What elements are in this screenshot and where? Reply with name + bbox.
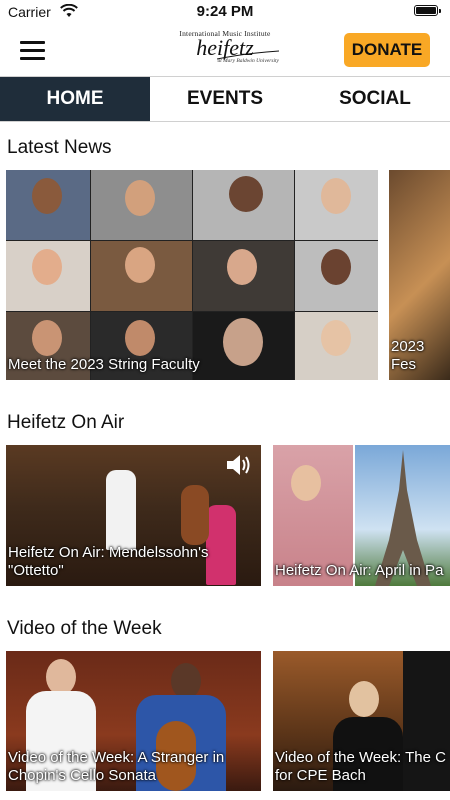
faculty-photo bbox=[295, 241, 378, 311]
video-card-caption: Video of the Week: The C for CPE Bach bbox=[275, 749, 446, 784]
on-air-card-mendelssohn[interactable]: Heifetz On Air: Mendelssohn's "Ottetto" bbox=[6, 445, 261, 586]
on-air-card-caption: Heifetz On Air: April in Pa bbox=[275, 562, 444, 579]
battery-icon bbox=[414, 5, 441, 16]
on-air-card-april-paris[interactable]: Heifetz On Air: April in Pa bbox=[273, 445, 450, 586]
video-card-cpe-bach[interactable]: Video of the Week: The C for CPE Bach bbox=[273, 651, 450, 791]
faculty-photo bbox=[6, 241, 90, 311]
volume-icon[interactable] bbox=[225, 453, 253, 477]
faculty-photo bbox=[91, 170, 192, 240]
faculty-photo bbox=[295, 170, 378, 240]
faculty-photo bbox=[91, 241, 192, 311]
faculty-photo bbox=[6, 170, 90, 240]
tab-bar: HOME EVENTS SOCIAL bbox=[0, 76, 450, 122]
status-bar: Carrier 9:24 PM bbox=[0, 0, 450, 24]
clock: 9:24 PM bbox=[196, 3, 254, 20]
news-card-caption: 2023 Fes bbox=[391, 338, 425, 373]
hamburger-menu-icon[interactable] bbox=[20, 41, 45, 60]
video-week-title: Video of the Week bbox=[7, 618, 162, 639]
tab-events[interactable]: EVENTS bbox=[150, 77, 300, 121]
faculty-photo bbox=[193, 241, 294, 311]
tab-home[interactable]: HOME bbox=[0, 77, 150, 121]
news-card-caption: Meet the 2023 String Faculty bbox=[8, 356, 200, 373]
news-card-festival[interactable]: 2023 Fes bbox=[389, 170, 450, 380]
tab-social[interactable]: SOCIAL bbox=[300, 77, 450, 121]
app-header: International Music Institute heifetz at… bbox=[0, 24, 450, 76]
faculty-photo-grid bbox=[6, 170, 378, 380]
faculty-photo bbox=[193, 170, 294, 240]
donate-button[interactable]: DONATE bbox=[344, 33, 430, 67]
logo-swoosh-icon bbox=[217, 50, 279, 60]
heifetz-logo: International Music Institute heifetz at… bbox=[165, 29, 285, 73]
latest-news-title: Latest News bbox=[7, 137, 112, 158]
video-card-chopin[interactable]: Video of the Week: A Stranger in Chopin'… bbox=[6, 651, 261, 791]
on-air-card-caption: Heifetz On Air: Mendelssohn's "Ottetto" bbox=[8, 544, 209, 579]
on-air-title: Heifetz On Air bbox=[7, 412, 125, 433]
news-card-faculty[interactable]: Meet the 2023 String Faculty bbox=[6, 170, 378, 380]
video-card-caption: Video of the Week: A Stranger in Chopin'… bbox=[8, 749, 225, 784]
